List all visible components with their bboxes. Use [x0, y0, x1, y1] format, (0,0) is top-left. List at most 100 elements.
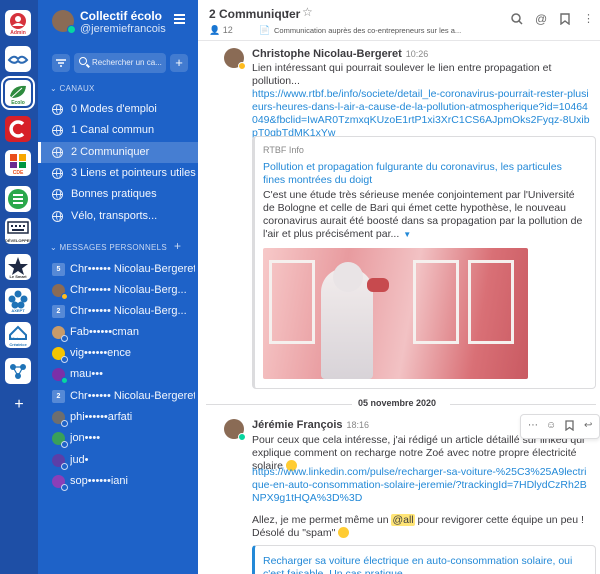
preview-image[interactable] — [263, 248, 528, 379]
online-status-icon — [238, 433, 246, 441]
channel-search-input[interactable]: Rechercher un ca... — [74, 53, 166, 73]
channels-section-header[interactable]: ⌄ CANAUX — [50, 84, 95, 93]
dm-section-header[interactable]: ⌄ MESSAGES PERSONNELS — [50, 243, 167, 252]
avatar — [52, 368, 68, 384]
post-time[interactable]: 10:26 — [406, 49, 429, 59]
team-cde[interactable]: CDE — [5, 150, 31, 176]
pinned-icon[interactable]: 📄 — [259, 25, 270, 36]
sidebar-item-dm[interactable]: sop••••••iani — [38, 471, 198, 492]
sidebar-item-dm[interactable]: Fab••••••cman — [38, 322, 198, 343]
sidebar-item-canal-commun[interactable]: 1 Canal commun — [38, 120, 198, 141]
globe-icon — [52, 147, 63, 158]
channel-label: Vélo, transports... — [71, 210, 158, 222]
unread-count-badge: 5 — [52, 263, 65, 276]
team-name[interactable]: Collectif écolo — [80, 9, 162, 23]
team-e[interactable]: e — [5, 186, 31, 212]
preview-title[interactable]: Recharger sa voiture électrique en auto-… — [263, 555, 593, 574]
globe-icon — [52, 104, 63, 115]
post-link[interactable]: https://www.linkedin.com/pulse/recharger… — [252, 466, 587, 504]
dm-label: Chr•••••• Nicolau-Bergeret — [70, 263, 195, 275]
team-sidebar: Admin Ecolo C CDE e DÉVELOPPEMENT Le Sma… — [0, 0, 38, 574]
post-author[interactable]: Jérémie François 18:16 — [252, 419, 369, 431]
team-developpement[interactable]: DÉVELOPPEMENT — [5, 218, 31, 244]
avatar — [52, 347, 68, 363]
team-ecolo[interactable]: Ecolo — [1, 76, 35, 110]
author-name: Christophe Nicolau-Bergeret — [252, 48, 402, 60]
more-actions-icon[interactable]: ⋯ — [528, 420, 538, 431]
sidebar-item-bonnes-pratiques[interactable]: Bonnes pratiques — [38, 184, 198, 205]
gas-mask — [367, 278, 389, 292]
sidebar-item-communiquer[interactable]: 2 Communiquer — [38, 142, 198, 163]
hamburger-menu-icon[interactable] — [174, 14, 185, 26]
globe-icon — [52, 125, 63, 136]
member-count[interactable]: 👤 12 — [209, 25, 233, 36]
sidebar-item-velo-transports[interactable]: Vélo, transports... — [38, 206, 198, 227]
reply-arrow-icon[interactable]: ↩ — [584, 420, 592, 431]
dm-label: jon•••• — [70, 432, 101, 444]
avatar[interactable] — [224, 48, 246, 70]
handshake-logo-icon — [7, 55, 29, 64]
away-status-icon — [238, 62, 246, 70]
wink-emoji-icon[interactable] — [338, 527, 350, 538]
team-le-smart[interactable]: Le Smart — [5, 254, 31, 280]
chevron-down-icon[interactable]: ▾ — [285, 8, 289, 17]
team-axept[interactable]: AXEPT — [5, 288, 31, 314]
add-dm-button[interactable]: + — [174, 239, 181, 253]
expand-caret-icon[interactable]: ▼ — [403, 228, 411, 241]
post-author[interactable]: Christophe Nicolau-Bergeret 10:26 — [252, 48, 428, 60]
post-link[interactable]: https://www.rtbf.be/info/societe/detail_… — [252, 88, 590, 139]
avatar — [52, 326, 68, 342]
team-network[interactable] — [5, 358, 31, 384]
add-channel-button[interactable]: + — [170, 54, 188, 72]
preview-title[interactable]: Pollution et propagation fulgurante du c… — [263, 161, 583, 187]
sidebar-item-dm[interactable]: jon•••• — [38, 428, 198, 449]
sidebar-item-dm[interactable]: phi••••••arfati — [38, 407, 198, 428]
globe-icon — [52, 168, 63, 179]
saved-bookmark-icon[interactable] — [560, 13, 570, 28]
team-maison[interactable]: Maison Créatrice — [5, 322, 31, 348]
sidebar-item-dm[interactable]: vig••••••ence — [38, 343, 198, 364]
add-team-button[interactable]: + — [11, 396, 27, 414]
mentions-icon[interactable]: @ — [535, 12, 547, 26]
avatar[interactable] — [52, 10, 76, 34]
channel-label: 2 Communiquer — [71, 146, 150, 158]
dm-label: sop••••••iani — [70, 475, 128, 487]
team-admin[interactable]: Admin — [5, 10, 31, 36]
mention-all[interactable]: @all — [391, 514, 415, 526]
post-text: Lien intéressant qui pourrait soulever l… — [252, 62, 592, 140]
chevron-down-icon: ⌄ — [50, 84, 58, 93]
sidebar-item-dm[interactable]: 2 Chr•••••• Nicolau-Berg... — [38, 301, 198, 322]
dm-label: Chr•••••• Nicolau-Bergeret — [70, 390, 195, 402]
sidebar-item-liens-pointeurs[interactable]: 3 Liens et pointeurs utiles — [38, 163, 198, 184]
team-label: Le Smart — [9, 274, 27, 279]
offline-status-icon — [61, 484, 68, 491]
sidebar-item-dm[interactable]: jud• — [38, 450, 198, 471]
sidebar-item-dm[interactable]: Chr•••••• Nicolau-Berg... — [38, 280, 198, 301]
offline-status-icon — [61, 441, 68, 448]
avatar — [52, 284, 68, 300]
channel-label: 0 Modes d'emploi — [71, 103, 157, 115]
emoji-reaction-icon[interactable]: ☺ — [546, 420, 556, 431]
sidebar-header: Collectif écolo @jeremiefrancois — [38, 0, 198, 46]
channel-view: 2 Communiquer ▾ ☆ 👤 12 📄 Communication a… — [198, 0, 600, 574]
sidebar-item-dm[interactable]: 2 Chr•••••• Nicolau-Bergeret — [38, 386, 198, 407]
sidebar-item-modes-emploi[interactable]: 0 Modes d'emploi — [38, 99, 198, 120]
message-text: Allez, je me permet même un — [252, 514, 392, 526]
favorite-star-icon[interactable]: ☆ — [302, 5, 313, 19]
post-text-2: Allez, je me permet même un @all pour re… — [252, 514, 592, 540]
avatar — [52, 411, 68, 427]
search-icon[interactable] — [511, 13, 523, 28]
post-time[interactable]: 18:16 — [347, 420, 370, 430]
avatar[interactable] — [224, 419, 246, 441]
search-placeholder: Rechercher un ca... — [92, 58, 162, 67]
team-handshake[interactable] — [5, 46, 31, 72]
more-options-icon[interactable]: ⋮ — [583, 12, 594, 25]
globe-icon — [52, 189, 63, 200]
author-name: Jérémie François — [252, 419, 343, 431]
team-c[interactable]: C — [5, 116, 31, 142]
channel-sidebar: Collectif écolo @jeremiefrancois Recherc… — [38, 0, 198, 574]
filter-icon[interactable] — [52, 54, 70, 72]
bookmark-icon[interactable] — [565, 420, 574, 434]
sidebar-item-dm[interactable]: mau••• — [38, 364, 198, 385]
sidebar-item-dm[interactable]: 5 Chr•••••• Nicolau-Bergeret — [38, 259, 198, 280]
